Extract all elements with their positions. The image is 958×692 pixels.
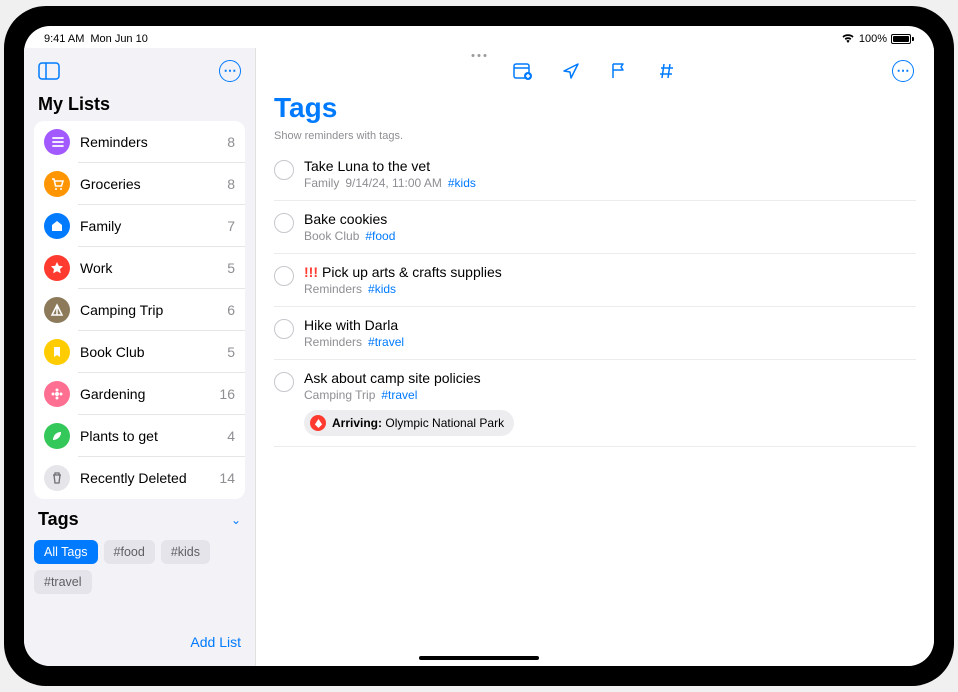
list-name: Gardening	[80, 386, 209, 402]
trash-icon	[44, 465, 70, 491]
wifi-icon	[841, 33, 855, 46]
leaf-icon	[44, 423, 70, 449]
tag-chip[interactable]: All Tags	[34, 540, 98, 564]
reminder-item[interactable]: !!! Pick up arts & crafts supplies Remin…	[274, 254, 916, 307]
list-item[interactable]: Recently Deleted 14	[34, 457, 245, 499]
location-pill: Arriving: Olympic National Park	[304, 410, 514, 436]
main-more-button[interactable]: ⋯	[890, 58, 916, 84]
reminder-list: Reminders	[304, 335, 362, 349]
reminder-checkbox[interactable]	[274, 372, 294, 392]
list-name: Family	[80, 218, 217, 234]
more-button[interactable]: ⋯	[217, 58, 243, 84]
calendar-add-icon[interactable]	[510, 58, 536, 84]
flower-icon	[44, 381, 70, 407]
list-name: Book Club	[80, 344, 217, 360]
reminder-title: Ask about camp site policies	[304, 370, 481, 386]
list-item[interactable]: Work 5	[34, 247, 245, 289]
list-count: 14	[219, 470, 235, 486]
list-count: 8	[227, 134, 235, 150]
reminder-list: Camping Trip	[304, 388, 375, 402]
my-lists-header: My Lists	[24, 92, 255, 121]
list-item[interactable]: Groceries 8	[34, 163, 245, 205]
battery-icon	[891, 34, 914, 44]
sidebar-toggle-icon[interactable]	[36, 58, 62, 84]
chevron-down-icon[interactable]: ⌄	[231, 513, 241, 527]
main-panel: ⋯ Tags Show reminders with tags. Take Lu…	[256, 48, 934, 666]
list-item[interactable]: Family 7	[34, 205, 245, 247]
list-count: 5	[227, 260, 235, 276]
list-name: Groceries	[80, 176, 217, 192]
multitask-dots-icon[interactable]	[472, 54, 487, 57]
tag-chip[interactable]: #travel	[34, 570, 92, 594]
location-icon[interactable]	[558, 58, 584, 84]
home-indicator[interactable]	[419, 656, 539, 660]
list-name: Work	[80, 260, 217, 276]
status-bar: 9:41 AM Mon Jun 10 100%	[24, 26, 934, 48]
reminder-item[interactable]: Hike with Darla Reminders #travel	[274, 307, 916, 360]
list-count: 8	[227, 176, 235, 192]
list-name: Reminders	[80, 134, 217, 150]
home-icon	[44, 213, 70, 239]
hashtag-icon[interactable]	[654, 58, 680, 84]
list-count: 6	[227, 302, 235, 318]
reminder-tag[interactable]: #travel	[381, 388, 417, 402]
list-item[interactable]: Book Club 5	[34, 331, 245, 373]
reminder-date: 9/14/24, 11:00 AM	[345, 176, 442, 190]
list-name: Camping Trip	[80, 302, 217, 318]
reminder-title: Bake cookies	[304, 211, 387, 227]
reminder-tag[interactable]: #food	[365, 229, 395, 243]
flag-icon[interactable]	[606, 58, 632, 84]
tag-chip[interactable]: #food	[104, 540, 155, 564]
reminder-item[interactable]: Take Luna to the vet Family 9/14/24, 11:…	[274, 148, 916, 201]
add-list-button[interactable]: Add List	[190, 634, 241, 650]
page-title: Tags	[274, 92, 916, 124]
tag-chip[interactable]: #kids	[161, 540, 210, 564]
tent-icon	[44, 297, 70, 323]
list-icon	[44, 129, 70, 155]
list-item[interactable]: Camping Trip 6	[34, 289, 245, 331]
reminder-checkbox[interactable]	[274, 160, 294, 180]
reminder-title: Hike with Darla	[304, 317, 398, 333]
reminder-checkbox[interactable]	[274, 213, 294, 233]
reminder-title: Take Luna to the vet	[304, 158, 430, 174]
list-count: 4	[227, 428, 235, 444]
reminder-list: Family	[304, 176, 339, 190]
bookmark-icon	[44, 339, 70, 365]
reminder-list: Reminders	[304, 282, 362, 296]
reminder-tag[interactable]: #travel	[368, 335, 404, 349]
reminder-checkbox[interactable]	[274, 319, 294, 339]
list-count: 16	[219, 386, 235, 402]
reminder-checkbox[interactable]	[274, 266, 294, 286]
tags-section-header: Tags	[38, 509, 79, 530]
star-icon	[44, 255, 70, 281]
list-item[interactable]: Reminders 8	[34, 121, 245, 163]
priority-indicator: !!!	[304, 264, 318, 280]
list-item[interactable]: Plants to get 4	[34, 415, 245, 457]
battery-percent: 100%	[859, 33, 887, 45]
reminder-tag[interactable]: #kids	[448, 176, 476, 190]
reminder-item[interactable]: Ask about camp site policies Camping Tri…	[274, 360, 916, 447]
list-count: 5	[227, 344, 235, 360]
status-time: 9:41 AM	[44, 33, 84, 45]
list-count: 7	[227, 218, 235, 234]
reminder-item[interactable]: Bake cookies Book Club #food	[274, 201, 916, 254]
list-name: Plants to get	[80, 428, 217, 444]
page-subtitle: Show reminders with tags.	[256, 124, 934, 148]
list-name: Recently Deleted	[80, 470, 209, 486]
cart-icon	[44, 171, 70, 197]
reminder-title: Pick up arts & crafts supplies	[322, 264, 502, 280]
reminder-tag[interactable]: #kids	[368, 282, 396, 296]
location-pin-icon	[310, 415, 326, 431]
status-date: Mon Jun 10	[90, 33, 147, 45]
list-item[interactable]: Gardening 16	[34, 373, 245, 415]
sidebar: ⋯ My Lists Reminders 8 Groceries 8 Famil…	[24, 48, 256, 666]
reminder-list: Book Club	[304, 229, 359, 243]
